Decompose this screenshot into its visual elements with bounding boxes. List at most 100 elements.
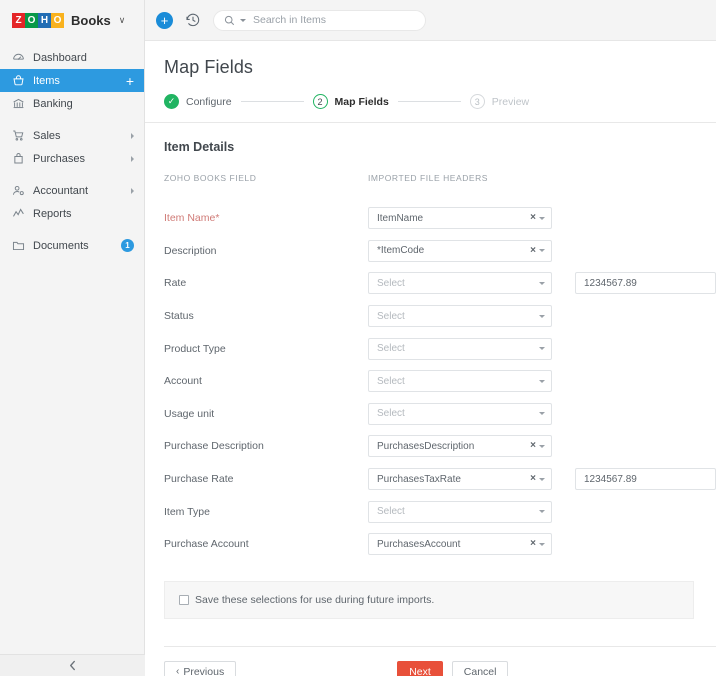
clear-selection-icon[interactable]: × [530, 474, 536, 484]
chevron-down-icon[interactable] [539, 542, 545, 546]
map-field-row: Account Select [164, 365, 716, 398]
map-field-row: Description *ItemCode × [164, 235, 716, 268]
clear-selection-icon[interactable]: × [530, 539, 536, 549]
clear-selection-icon[interactable]: × [530, 213, 536, 223]
add-item-button[interactable]: + [126, 74, 134, 88]
brand-logo[interactable]: Z O H O Books ∨ [0, 0, 144, 41]
chevron-down-icon[interactable] [539, 444, 545, 448]
search-box[interactable] [213, 9, 426, 31]
sidebar-item-purchases[interactable]: Purchases [0, 147, 144, 170]
column-headers: ZOHO BOOKS FIELD IMPORTED FILE HEADERS [164, 173, 716, 183]
search-icon [224, 15, 235, 26]
map-field-select[interactable]: PurchasesAccount × [368, 533, 552, 556]
step-2-label: Map Fields [334, 95, 389, 108]
map-field-label: Purchase Description [164, 440, 264, 453]
quick-create-button[interactable]: + [156, 11, 173, 29]
map-field-format-preview[interactable]: 1234567.89 [575, 272, 716, 295]
zoho-logo-letter-h: H [38, 13, 51, 28]
previous-button-label: Previous [183, 666, 225, 676]
map-field-select-value: Select [377, 310, 405, 322]
page-header: Map Fields [145, 41, 716, 78]
sidebar-item-label: Dashboard [33, 51, 87, 64]
map-field-select[interactable]: PurchasesDescription × [368, 435, 552, 458]
documents-folder-icon [12, 239, 25, 252]
map-field-select[interactable]: Select [368, 305, 552, 328]
sidebar-item-items[interactable]: Items + [0, 69, 144, 92]
map-field-select[interactable]: Select [368, 337, 552, 360]
map-field-row: Usage unit Select [164, 398, 716, 431]
column-header-zoho-field: ZOHO BOOKS FIELD [164, 172, 257, 183]
chevron-down-icon[interactable] [539, 379, 545, 383]
chevron-down-icon[interactable] [539, 510, 545, 514]
chevron-left-icon [68, 660, 77, 671]
map-field-select[interactable]: ItemName × [368, 207, 552, 230]
map-field-select[interactable]: Select [368, 500, 552, 523]
sidebar-item-reports[interactable]: Reports [0, 202, 144, 225]
recent-history-icon[interactable] [185, 12, 201, 28]
zoho-logo-icon: Z O H O [12, 13, 64, 28]
sidebar-divider [0, 225, 144, 234]
cancel-button[interactable]: Cancel [451, 660, 509, 676]
step-map-fields[interactable]: 2 Map Fields [312, 94, 389, 109]
section-title: Item Details [164, 139, 235, 154]
chevron-right-icon [131, 187, 134, 194]
map-field-label: Item Type [164, 505, 210, 518]
sidebar-item-label: Reports [33, 207, 72, 220]
sidebar-item-sales[interactable]: Sales [0, 124, 144, 147]
map-field-select-value: Select [377, 375, 405, 387]
map-field-select[interactable]: Select [368, 370, 552, 393]
chevron-down-icon[interactable] [539, 347, 545, 351]
page-title: Map Fields [164, 57, 254, 77]
sidebar-collapse-button[interactable] [0, 654, 145, 676]
sidebar-item-dashboard[interactable]: Dashboard [0, 46, 144, 69]
map-field-label: Item Name* [164, 212, 220, 225]
save-selection-box: Save these selections for use during fut… [164, 580, 694, 619]
map-field-label: Description [164, 244, 217, 257]
map-field-select[interactable]: Select [368, 272, 552, 295]
dashboard-icon [12, 51, 25, 64]
map-field-row: Product Type Select [164, 332, 716, 365]
purchases-bag-icon [12, 152, 25, 165]
map-field-select-value: ItemName [377, 212, 424, 224]
clear-selection-icon[interactable]: × [530, 245, 536, 256]
map-field-select-value: Select [377, 408, 405, 420]
previous-button[interactable]: ‹ Previous [164, 660, 237, 676]
map-field-select[interactable]: *ItemCode × [368, 239, 552, 262]
map-field-label: Status [164, 310, 194, 323]
clear-selection-icon[interactable]: × [530, 441, 536, 451]
chevron-down-icon[interactable] [539, 249, 545, 253]
sidebar-item-accountant[interactable]: Accountant [0, 179, 144, 202]
bank-icon [12, 97, 25, 110]
sidebar-nav: Dashboard Items + Banking Sales Purchase… [0, 41, 144, 257]
map-field-row: Rate Select 1234567.89 [164, 267, 716, 300]
sidebar-item-banking[interactable]: Banking [0, 92, 144, 115]
step-preview: 3 Preview [469, 94, 529, 109]
map-field-select[interactable]: PurchasesTaxRate × [368, 468, 552, 491]
chevron-down-icon[interactable] [539, 281, 545, 285]
brand-chevron-down-icon[interactable]: ∨ [119, 15, 126, 26]
chevron-down-icon[interactable] [539, 314, 545, 318]
step-3-indicator: 3 [469, 94, 485, 109]
search-scope-chevron-down-icon[interactable] [240, 18, 246, 22]
step-1-label: Configure [186, 95, 232, 108]
step-configure[interactable]: ✓ Configure [164, 94, 232, 109]
chevron-down-icon[interactable] [539, 477, 545, 481]
topbar: + [145, 0, 716, 41]
chevron-down-icon[interactable] [539, 412, 545, 416]
save-selection-checkbox[interactable] [179, 594, 189, 605]
save-selection-label: Save these selections for use during fut… [195, 593, 435, 606]
search-input[interactable] [253, 14, 415, 26]
map-field-format-preview[interactable]: 1234567.89 [575, 468, 716, 491]
accountant-icon [12, 184, 25, 197]
next-button[interactable]: Next [397, 660, 443, 676]
map-field-select[interactable]: Select [368, 402, 552, 425]
step-1-indicator: ✓ [164, 94, 179, 109]
step-connector [397, 101, 461, 102]
sidebar-item-documents[interactable]: Documents 1 [0, 234, 144, 257]
map-field-row: Item Type Select [164, 495, 716, 528]
documents-count-badge: 1 [121, 239, 134, 252]
sidebar-divider [0, 115, 144, 124]
map-field-row: Purchase Rate PurchasesTaxRate × 1234567.89 [164, 463, 716, 496]
chevron-down-icon[interactable] [539, 216, 545, 220]
sidebar: Z O H O Books ∨ Dashboard Items + Bankin… [0, 0, 145, 676]
